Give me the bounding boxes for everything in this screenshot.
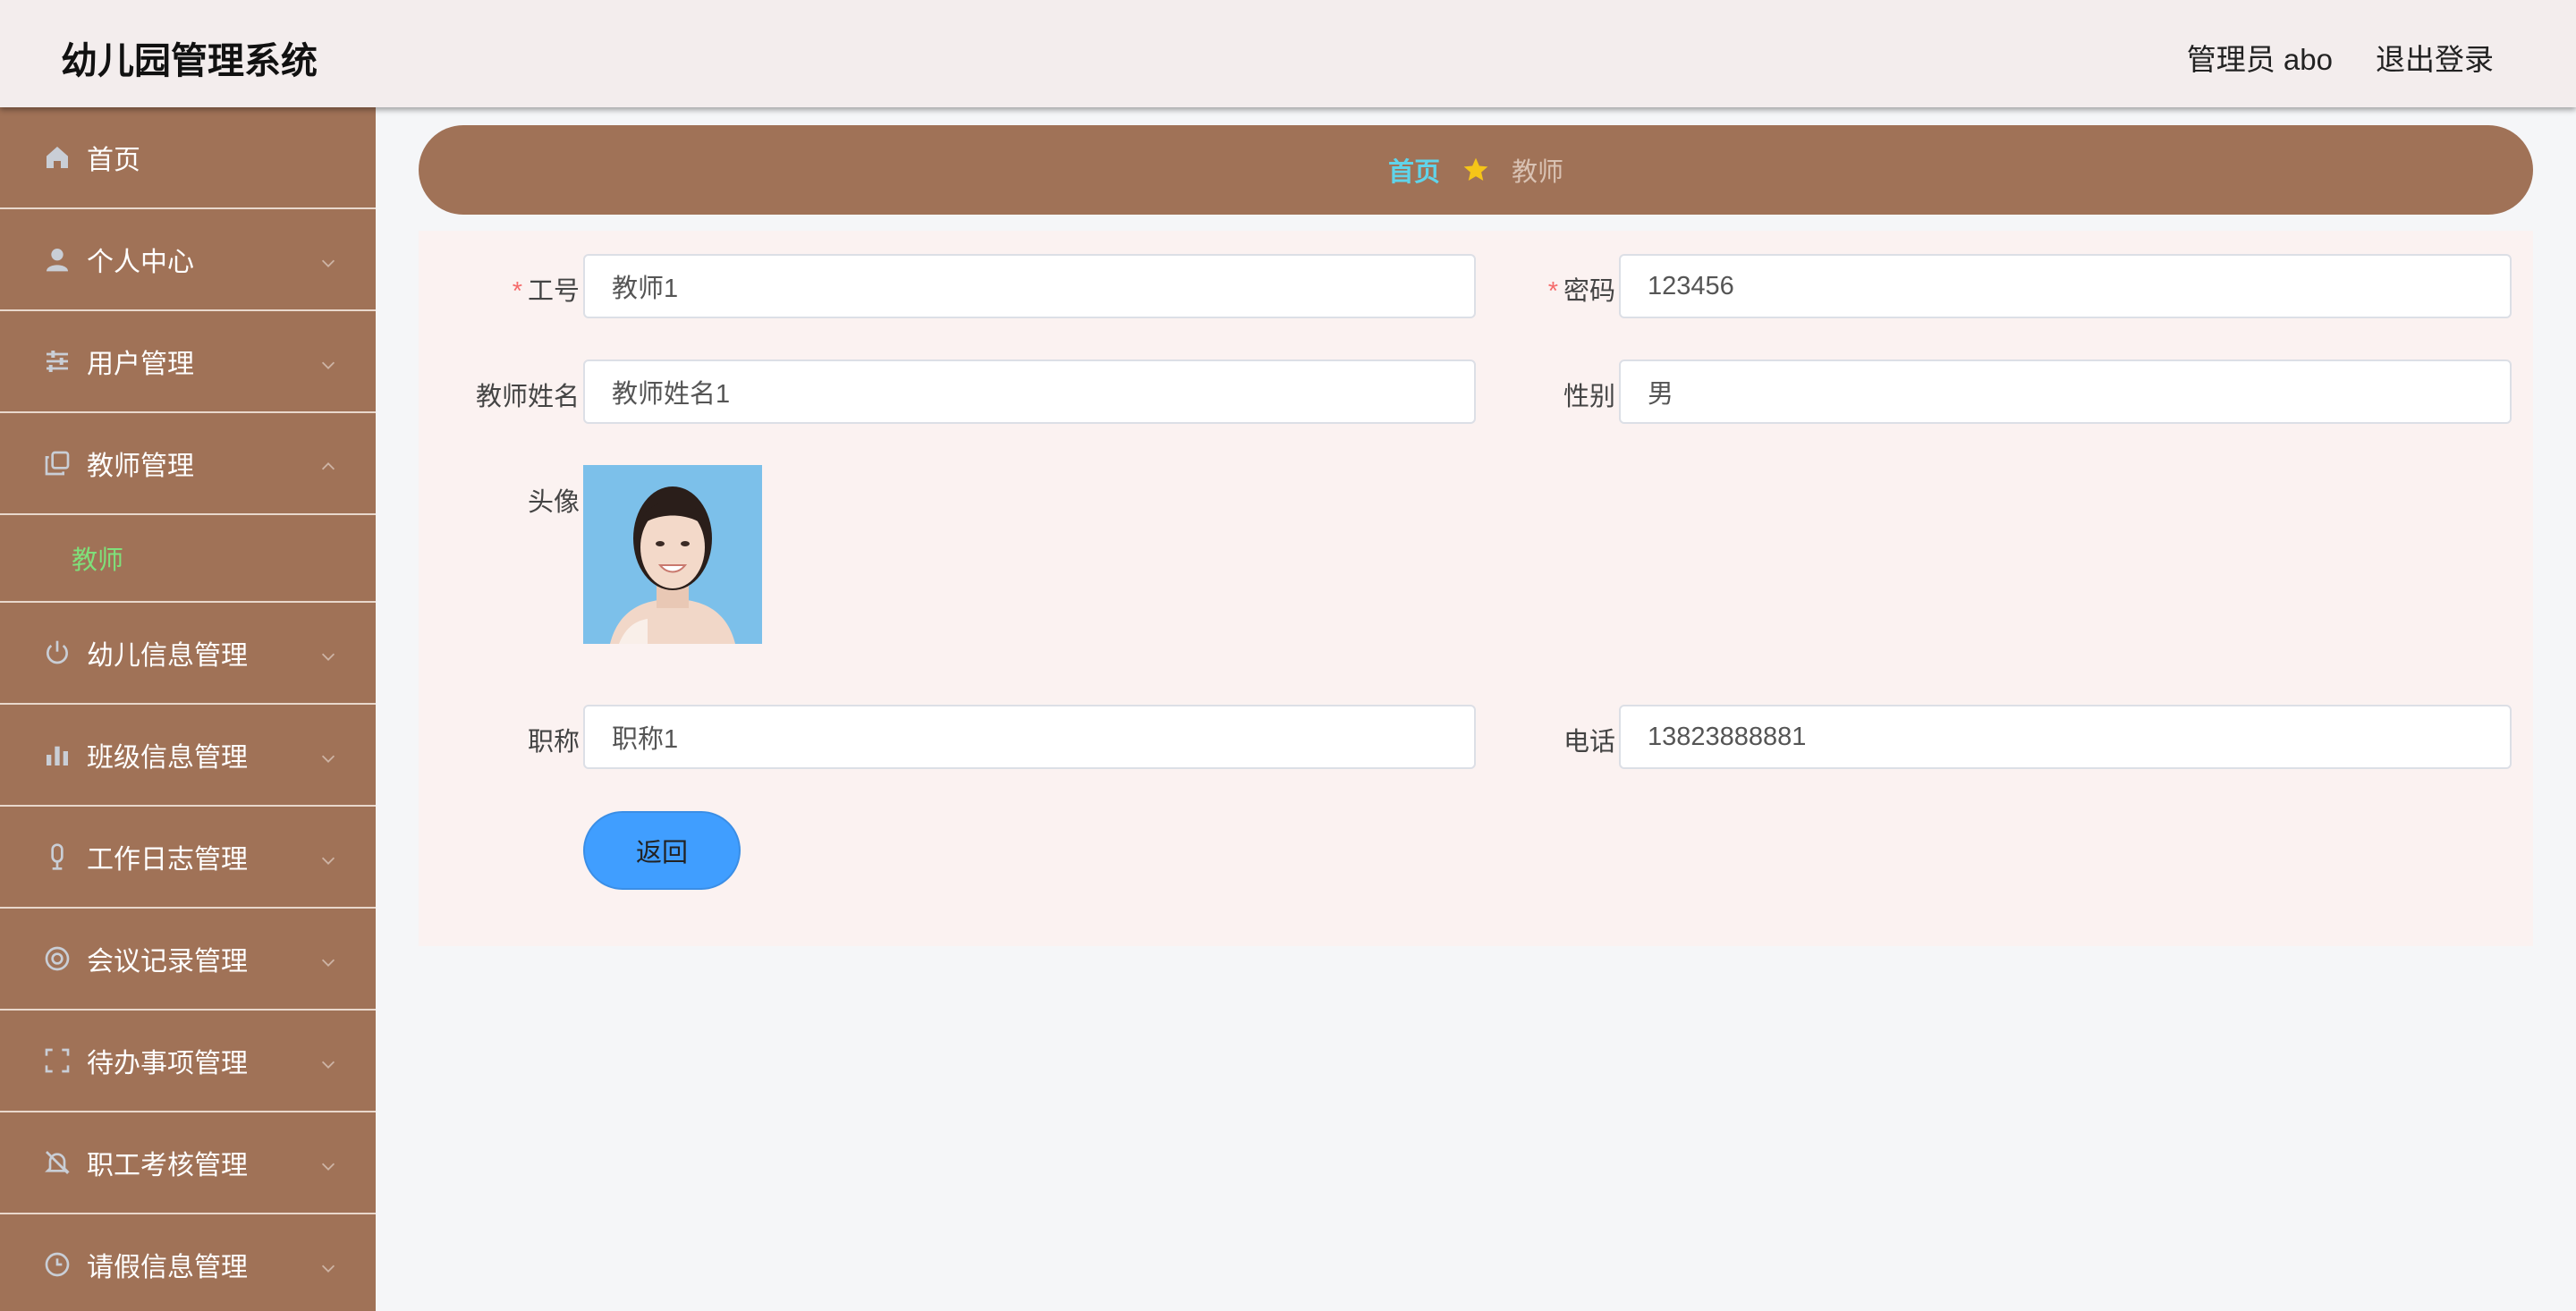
sidebar-item-todo[interactable]: 待办事项管理 (0, 1011, 376, 1112)
submenu-teacher-management: 教师 (0, 515, 376, 603)
sidebar-item-label: 个人中心 (87, 248, 194, 277)
header-user-area: 管理员 abo 退出登录 (2187, 36, 2494, 79)
home-icon (43, 143, 72, 172)
avatar-label: 头像 (527, 488, 580, 517)
chevron-down-icon (318, 351, 338, 371)
gender-label: 性别 (1563, 383, 1615, 411)
teacher-name-label: 教师姓名 (475, 383, 580, 411)
sidebar-subitem-teacher[interactable]: 教师 (72, 539, 123, 577)
sidebar-item-label: 首页 (87, 146, 140, 175)
top-header: 幼儿园管理系统 管理员 abo 退出登录 (0, 0, 2576, 107)
chevron-down-icon (318, 1255, 338, 1274)
chevron-down-icon (318, 250, 338, 269)
password-label-text: 密码 (1563, 277, 1615, 306)
sidebar-item-profile[interactable]: 个人中心 (0, 209, 376, 311)
breadcrumb-current: 教师 (1512, 158, 1564, 187)
title-input[interactable]: 职称1 (583, 705, 1476, 769)
chevron-down-icon (318, 847, 338, 867)
logout-link[interactable]: 退出登录 (2376, 36, 2494, 79)
power-icon (43, 639, 72, 667)
gender-input[interactable]: 男 (1619, 359, 2512, 424)
sidebar-item-teacher-management[interactable]: 教师管理 (0, 413, 376, 515)
phone-label: 电话 (1563, 728, 1615, 757)
chevron-down-icon (318, 949, 338, 968)
sidebar-menu: 首页 个人中心 用户管理 教师管理 教师 幼儿信息管理 班级信息管理 工作日志管… (0, 107, 376, 1311)
phone-input[interactable]: 13823888881 (1619, 705, 2512, 769)
employee-id-label: * 工号 (419, 270, 580, 308)
avatar (583, 465, 762, 644)
sidebar-item-users[interactable]: 用户管理 (0, 311, 376, 413)
teacher-name-input[interactable]: 教师姓名1 (583, 359, 1476, 424)
sidebar-item-label: 会议记录管理 (87, 947, 248, 977)
sidebar-item-work-log[interactable]: 工作日志管理 (0, 807, 376, 909)
chevron-down-icon (318, 643, 338, 663)
microphone-icon (43, 842, 72, 871)
sidebar-item-leave-info[interactable]: 请假信息管理 (0, 1214, 376, 1311)
sidebar-item-meeting-records[interactable]: 会议记录管理 (0, 909, 376, 1011)
bar-chart-icon (43, 740, 72, 769)
password-input[interactable]: 123456 (1619, 254, 2512, 318)
sidebar-item-label: 请假信息管理 (87, 1253, 248, 1282)
bell-off-icon (43, 1148, 72, 1177)
fullscreen-icon (43, 1046, 72, 1075)
chevron-up-icon (318, 453, 338, 473)
chevron-down-icon (318, 745, 338, 765)
password-label: * 密码 (1454, 270, 1615, 308)
current-user-label: 管理员 abo (2186, 43, 2333, 76)
breadcrumb: 首页 教师 (419, 125, 2533, 215)
sidebar-item-label: 用户管理 (87, 350, 194, 379)
sidebar-item-home[interactable]: 首页 (0, 107, 376, 209)
app-title: 幼儿园管理系统 (61, 40, 318, 81)
star-icon (1462, 156, 1490, 184)
chevron-down-icon (318, 1051, 338, 1070)
sidebar-item-label: 工作日志管理 (87, 845, 248, 875)
back-button[interactable]: 返回 (583, 811, 741, 890)
sidebar-item-class-info[interactable]: 班级信息管理 (0, 705, 376, 807)
required-mark: * (512, 277, 522, 306)
employee-id-label-text: 工号 (527, 277, 580, 306)
sidebar-item-label: 职工考核管理 (87, 1151, 248, 1180)
copy-icon (43, 449, 72, 478)
user-icon (43, 245, 72, 274)
required-mark: * (1547, 277, 1558, 306)
chevron-down-icon (318, 1153, 338, 1172)
title-label: 职称 (527, 728, 580, 757)
clock-icon (43, 1250, 72, 1279)
sidebar-item-label: 幼儿信息管理 (87, 641, 248, 671)
sliders-icon (43, 347, 72, 376)
sidebar-item-label: 教师管理 (87, 452, 194, 481)
employee-id-input[interactable]: 教师1 (583, 254, 1476, 318)
sidebar-item-child-info[interactable]: 幼儿信息管理 (0, 603, 376, 705)
breadcrumb-home-link[interactable]: 首页 (1388, 151, 1440, 189)
lifebuoy-icon (43, 944, 72, 973)
sidebar-item-label: 待办事项管理 (87, 1049, 248, 1078)
sidebar-item-staff-assessment[interactable]: 职工考核管理 (0, 1112, 376, 1214)
sidebar-item-label: 班级信息管理 (87, 743, 248, 773)
